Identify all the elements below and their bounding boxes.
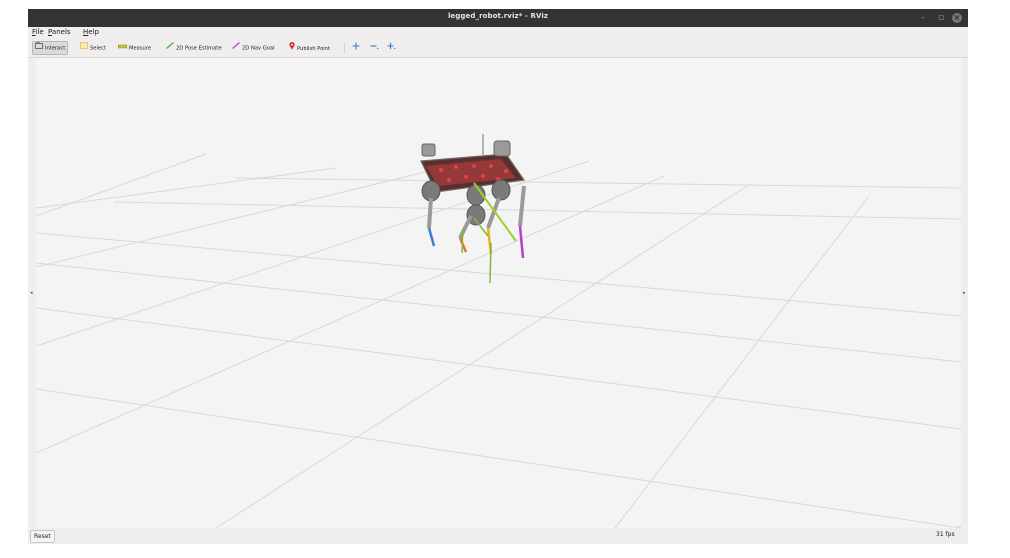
remove-tool-button[interactable]: [368, 42, 383, 54]
close-icon[interactable]: ×: [950, 11, 964, 25]
rviz-window: legged_robot.rviz* - RViz – ▫ × File Pan…: [28, 9, 968, 544]
right-arrow-icon[interactable]: ▸: [963, 290, 966, 296]
nav-goal-label: 2D Nav Goal: [242, 45, 275, 52]
ground-grid: [35, 153, 962, 529]
menu-file[interactable]: File: [32, 28, 44, 36]
pink-arrow-icon: [232, 42, 240, 54]
left-arrow-icon[interactable]: ◂: [30, 290, 33, 296]
title-bar: legged_robot.rviz* - RViz – ▫ ×: [28, 9, 968, 27]
menu-panels[interactable]: Panels: [48, 28, 71, 36]
crosshair-icon: [352, 42, 360, 55]
select-tool-button[interactable]: Select: [78, 42, 108, 54]
pose-estimate-label: 2D Pose Estimate: [176, 45, 222, 52]
3d-scene[interactable]: [35, 58, 962, 529]
menu-help[interactable]: Help: [83, 28, 99, 36]
publish-point-tool-button[interactable]: Publish Point: [287, 42, 332, 54]
window-title: legged_robot.rviz* - RViz: [447, 12, 549, 20]
measure-tool-button[interactable]: Measure: [116, 42, 153, 54]
select-label: Select: [90, 45, 107, 52]
fps-readout: 31 fps: [936, 531, 955, 538]
left-dock-collapsed[interactable]: ◂: [28, 58, 36, 528]
minimize-icon[interactable]: –: [916, 11, 930, 25]
menu-bar: File Panels Help: [28, 27, 968, 39]
nav-goal-tool-button[interactable]: 2D Nav Goal: [230, 42, 277, 54]
interact-icon: [35, 42, 43, 54]
measure-label: Measure: [129, 45, 152, 52]
maximize-icon[interactable]: ▫: [934, 11, 948, 25]
minus-icon: [370, 42, 379, 55]
interact-tool-button[interactable]: Interact: [32, 41, 69, 55]
publish-point-label: Publish Point: [297, 46, 331, 52]
select-icon: [80, 42, 88, 54]
3d-render-view[interactable]: [35, 58, 962, 529]
green-arrow-icon: [166, 42, 174, 54]
plus-icon: [387, 42, 396, 55]
toolbar-separator: [344, 43, 345, 53]
move-camera-button[interactable]: [350, 42, 364, 54]
add-tool-button[interactable]: [385, 42, 400, 54]
reset-button[interactable]: Reset: [30, 530, 55, 543]
map-pin-icon: [289, 42, 295, 55]
status-bar: Reset 31 fps: [28, 528, 968, 544]
ruler-icon: [118, 42, 127, 54]
interact-label: Interact: [45, 45, 66, 52]
right-dock-collapsed[interactable]: ▸: [961, 58, 968, 528]
tools-toolbar: Interact Select Measure 2D Pose Estimate…: [28, 39, 968, 58]
pose-estimate-tool-button[interactable]: 2D Pose Estimate: [164, 42, 224, 54]
